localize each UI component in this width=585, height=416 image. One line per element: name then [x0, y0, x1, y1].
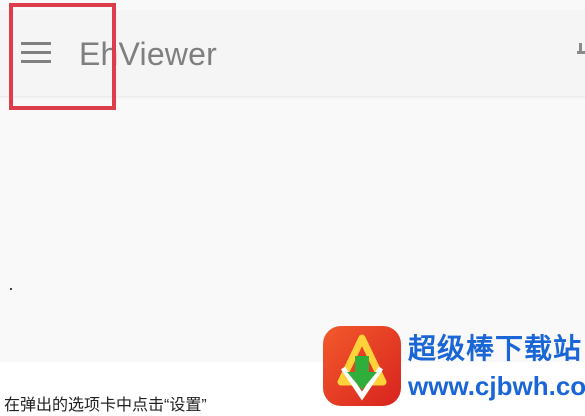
instruction-caption: 在弹出的选项卡中点击“设置” — [4, 397, 207, 414]
toolbar-action-icon[interactable] — [573, 39, 585, 67]
download-arrow-logo-icon — [323, 326, 401, 406]
site-watermark: 超级棒下载站 www.cjbwh.com — [320, 320, 585, 409]
stray-dot — [10, 288, 12, 290]
watermark-site-name: 超级棒下载站 — [408, 333, 583, 364]
watermark-url: www.cjbwh.com — [408, 371, 585, 401]
menu-highlight-box — [9, 3, 116, 110]
